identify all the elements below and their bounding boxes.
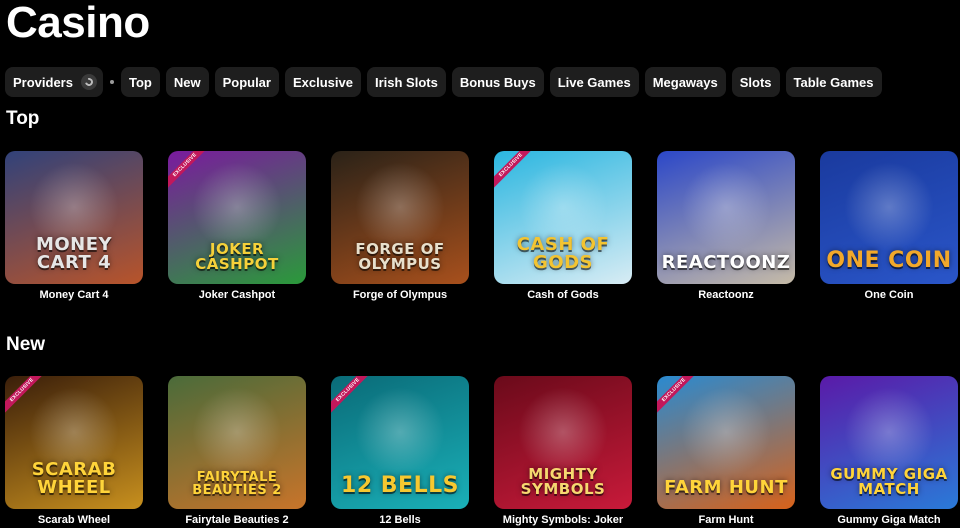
game-card-scarab-wheel[interactable]: EXCLUSIVE SCARAB WHEEL Scarab Wheel: [5, 376, 143, 526]
game-thumbnail[interactable]: EXCLUSIVE 12 BELLS: [331, 376, 469, 509]
game-logo: MONEY CART 4: [35, 234, 113, 273]
thumbnail-art: [192, 386, 282, 477]
thumbnail-art: [355, 161, 445, 252]
game-thumbnail[interactable]: EXCLUSIVE SCARAB WHEEL: [5, 376, 143, 509]
game-card-reactoonz[interactable]: REACTOONZ Reactoonz: [657, 151, 795, 301]
chip-megaways[interactable]: Megaways: [644, 67, 726, 97]
chip-new[interactable]: New: [165, 67, 209, 97]
game-title[interactable]: Money Cart 4: [39, 289, 108, 301]
game-thumbnail[interactable]: MIGHTY SYMBOLS: [494, 376, 632, 509]
game-logo: SCARAB WHEEL: [31, 459, 117, 498]
game-title[interactable]: Mighty Symbols: Joker: [503, 514, 623, 526]
game-logo: FARM HUNT: [664, 477, 788, 498]
game-logo: MIGHTY SYMBOLS: [520, 465, 606, 498]
thumbnail-art: [355, 386, 445, 477]
game-logo: GUMMY GIGA MATCH: [830, 465, 948, 498]
game-title[interactable]: Cash of Gods: [527, 289, 599, 301]
providers-label: Providers: [13, 74, 73, 90]
chip-popular[interactable]: Popular: [214, 67, 279, 97]
game-title[interactable]: Reactoonz: [698, 289, 754, 301]
game-title[interactable]: Forge of Olympus: [353, 289, 447, 301]
game-thumbnail[interactable]: FAIRYTALE BEAUTIES 2: [168, 376, 306, 509]
game-card-money-cart-4[interactable]: MONEY CART 4 Money Cart 4: [5, 151, 143, 301]
game-title[interactable]: Fairytale Beauties 2: [185, 514, 288, 526]
game-title[interactable]: One Coin: [865, 289, 914, 301]
game-logo: JOKER CASHPOT: [195, 240, 279, 273]
game-card-farm-hunt[interactable]: EXCLUSIVE FARM HUNT Farm Hunt: [657, 376, 795, 526]
game-logo: REACTOONZ: [661, 252, 791, 273]
filter-bar: Providers Top New Popular Exclusive Iris…: [5, 67, 882, 97]
providers-button[interactable]: Providers: [5, 67, 103, 97]
chip-top[interactable]: Top: [120, 67, 160, 97]
game-card-one-coin[interactable]: ONE COIN One Coin: [820, 151, 958, 301]
chip-table-games[interactable]: Table Games: [785, 67, 882, 97]
game-logo: CASH OF GODS: [516, 234, 610, 273]
thumbnail-art: [192, 161, 282, 252]
game-card-gummy-giga-match[interactable]: GUMMY GIGA MATCH Gummy Giga Match: [820, 376, 958, 526]
providers-icon: [80, 74, 97, 90]
game-card-mighty-symbols-joker[interactable]: MIGHTY SYMBOLS Mighty Symbols: Joker: [494, 376, 632, 526]
game-thumbnail[interactable]: EXCLUSIVE JOKER CASHPOT: [168, 151, 306, 284]
game-row-top: MONEY CART 4 Money Cart 4 EXCLUSIVE JOKER C…: [5, 151, 958, 301]
section-title-new: New: [6, 334, 46, 355]
section-title-top: Top: [6, 108, 40, 129]
game-row-new: EXCLUSIVE SCARAB WHEEL Scarab Wheel FAIRYTA…: [5, 376, 958, 526]
game-title[interactable]: Joker Cashpot: [199, 289, 275, 301]
thumbnail-art: [518, 386, 608, 477]
game-title[interactable]: Farm Hunt: [699, 514, 754, 526]
game-thumbnail[interactable]: REACTOONZ: [657, 151, 795, 284]
chip-bonus-buys[interactable]: Bonus Buys: [451, 67, 544, 97]
game-logo: FORGE OF OLYMPUS: [355, 240, 445, 273]
game-thumbnail[interactable]: GUMMY GIGA MATCH: [820, 376, 958, 509]
game-card-forge-of-olympus[interactable]: FORGE OF OLYMPUS Forge of Olympus: [331, 151, 469, 301]
game-thumbnail[interactable]: EXCLUSIVE FARM HUNT: [657, 376, 795, 509]
thumbnail-art: [844, 161, 934, 252]
game-title[interactable]: 12 Bells: [379, 514, 421, 526]
thumbnail-art: [844, 386, 934, 477]
game-thumbnail[interactable]: MONEY CART 4: [5, 151, 143, 284]
chip-exclusive[interactable]: Exclusive: [284, 67, 361, 97]
thumbnail-art: [681, 386, 771, 477]
thumbnail-art: [681, 161, 771, 252]
game-title[interactable]: Scarab Wheel: [38, 514, 110, 526]
game-logo: ONE COIN: [826, 248, 952, 273]
chip-live-games[interactable]: Live Games: [549, 67, 639, 97]
separator-dot: [109, 80, 114, 84]
game-card-fairytale-beauties-2[interactable]: FAIRYTALE BEAUTIES 2 Fairytale Beauties 2: [168, 376, 306, 526]
game-card-joker-cashpot[interactable]: EXCLUSIVE JOKER CASHPOT Joker Cashpot: [168, 151, 306, 301]
game-thumbnail[interactable]: ONE COIN: [820, 151, 958, 284]
game-title[interactable]: Gummy Giga Match: [837, 514, 940, 526]
game-card-cash-of-gods[interactable]: EXCLUSIVE CASH OF GODS Cash of Gods: [494, 151, 632, 301]
game-logo: FAIRYTALE BEAUTIES 2: [192, 470, 282, 498]
chip-irish-slots[interactable]: Irish Slots: [366, 67, 446, 97]
game-thumbnail[interactable]: EXCLUSIVE CASH OF GODS: [494, 151, 632, 284]
game-card-12-bells[interactable]: EXCLUSIVE 12 BELLS 12 Bells: [331, 376, 469, 526]
page-title: Casino: [6, 0, 150, 47]
game-thumbnail[interactable]: FORGE OF OLYMPUS: [331, 151, 469, 284]
game-logo: 12 BELLS: [341, 473, 459, 498]
chip-slots[interactable]: Slots: [731, 67, 780, 97]
